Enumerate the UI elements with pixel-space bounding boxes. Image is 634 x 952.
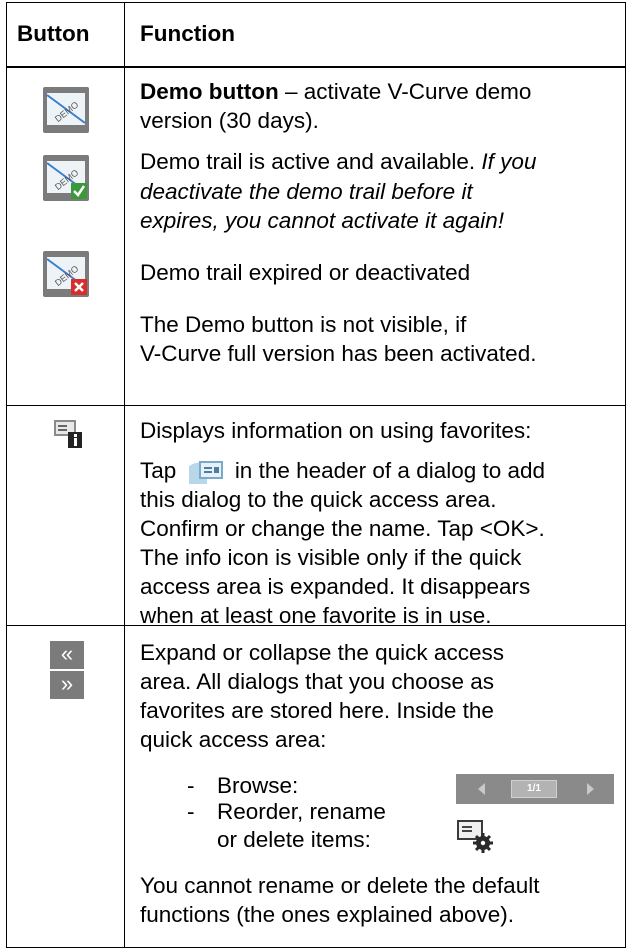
qa-line2: area. All dialogs that you choose as	[140, 669, 494, 694]
qa-line4: quick access area:	[140, 727, 327, 752]
browse-bar: 1/1	[456, 774, 614, 804]
add-favorite-icon	[188, 461, 223, 484]
favorites-line1: Displays information on using favorites:	[140, 418, 532, 443]
next-page-icon[interactable]	[587, 783, 594, 795]
demo-active-line1: Demo trail is active and available. If y…	[140, 149, 537, 174]
expand-button[interactable]: «	[50, 641, 84, 669]
demo-active-line2: deactivate the demo trail before it	[140, 179, 473, 204]
favorites-line3: this dialog to the quick access area.	[140, 487, 497, 512]
demo-title-line2: version (30 days).	[140, 108, 319, 133]
demo-icon[interactable]: DEMO	[43, 87, 89, 133]
previous-page-icon[interactable]	[478, 783, 485, 795]
qa-dash: -	[187, 799, 195, 824]
qa-reorder-line1: Reorder, rename	[217, 799, 386, 824]
qa-line3: favorites are stored here. Inside the	[140, 698, 494, 723]
favorites-info-icon[interactable]	[53, 419, 83, 449]
demo-note-line2: V-Curve full version has been activated.	[140, 341, 537, 366]
function-table: Button Function DEMO DEMO DEMO Demo butt…	[6, 2, 626, 948]
demo-note-line1: The Demo button is not visible, if	[140, 312, 467, 337]
demo-title: Demo button	[140, 79, 279, 104]
header-function: Function	[140, 21, 235, 46]
page-indicator: 1/1	[511, 780, 557, 798]
favorites-line2: Tap in the header of a dialog to add	[140, 458, 546, 484]
header-button: Button	[17, 21, 90, 46]
favorites-line4: Confirm or change the name. Tap <OK>.	[140, 516, 545, 541]
demo-expired-text: Demo trail expired or deactivated	[140, 260, 471, 285]
row-divider	[7, 405, 625, 406]
qa-reorder-line2: or delete items:	[217, 827, 371, 852]
favorites-line7: when at least one favorite is in use.	[140, 603, 492, 628]
demo-active-line3: expires, you cannot activate it again!	[140, 208, 504, 233]
qa-note-line1: You cannot rename or delete the default	[140, 873, 540, 898]
demo-title-line: Demo button – activate V-Curve demo	[140, 79, 532, 104]
qa-dash: -	[187, 773, 195, 798]
collapse-button[interactable]: »	[50, 671, 84, 699]
demo-active-icon: DEMO	[43, 155, 89, 201]
column-divider	[124, 3, 125, 947]
qa-note-line2: functions (the ones explained above).	[140, 902, 514, 927]
edit-favorites-icon[interactable]	[456, 819, 494, 853]
qa-line1: Expand or collapse the quick access	[140, 640, 504, 665]
favorites-line5: The info icon is visible only if the qui…	[140, 545, 522, 570]
favorites-line6: access area is expanded. It disappears	[140, 574, 531, 599]
demo-expired-icon: DEMO	[43, 251, 89, 297]
header-divider	[7, 66, 625, 68]
qa-browse: Browse:	[217, 773, 299, 798]
